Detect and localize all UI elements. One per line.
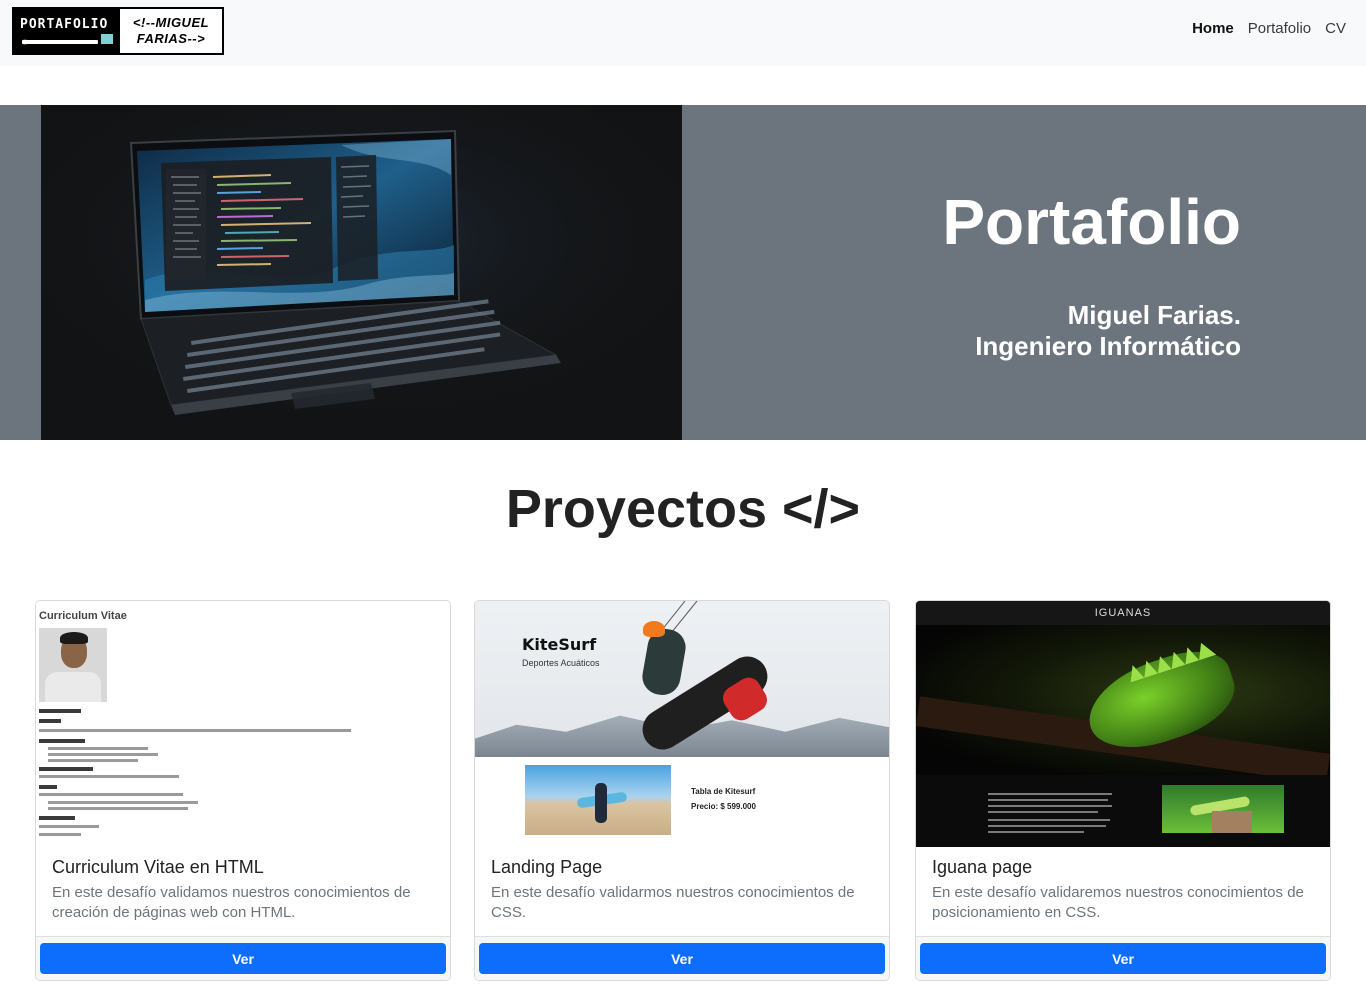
nav-link-home[interactable]: Home — [1192, 20, 1234, 37]
hero-subtitle: Miguel Farias. Ingeniero Informático — [975, 300, 1241, 362]
view-iguana-button[interactable]: Ver — [920, 943, 1326, 974]
logo-right-line1: <!--MIGUEL — [132, 15, 210, 30]
view-landing-button[interactable]: Ver — [479, 943, 885, 974]
hero-subtitle-name: Miguel Farias. — [1067, 300, 1241, 330]
laptop-illustration — [41, 105, 682, 440]
navbar: PORTAFOLIO <!--MIGUEL FARIAS--> Home Por… — [0, 0, 1366, 66]
project-card-iguana: IGUANAS Iguana page En este desafío vali… — [915, 600, 1331, 981]
card-title: Iguana page — [932, 857, 1033, 877]
logo-screen-icon — [101, 34, 113, 44]
hero-banner: Portafolio Miguel Farias. Ingeniero Info… — [0, 105, 1366, 440]
kitesurf-price: Precio: $ 599.000 — [691, 802, 756, 811]
card-text: En este desafío validarmos nuestros cono… — [491, 884, 855, 921]
logo-text-panel: <!--MIGUEL FARIAS--> — [120, 9, 222, 53]
logo-dark-panel: PORTAFOLIO — [14, 9, 120, 53]
card-title: Curriculum Vitae en HTML — [52, 857, 264, 877]
hero-subtitle-role: Ingeniero Informático — [975, 331, 1241, 361]
iguana-thumb-header: IGUANAS — [916, 601, 1330, 625]
view-cv-button[interactable]: Ver — [40, 943, 446, 974]
landing-thumbnail: KiteSurf Deportes Acuáticos Tabla de Kit… — [475, 601, 889, 847]
cv-thumbnail: Curriculum Vitae — [36, 601, 450, 847]
card-title: Landing Page — [491, 857, 603, 877]
cv-profile-photo — [39, 628, 107, 702]
kitesurf-tagline: Deportes Acuáticos — [522, 658, 600, 668]
card-text: En este desafío validaremos nuestros con… — [932, 884, 1304, 921]
nav-link-portafolio[interactable]: Portafolio — [1248, 20, 1311, 37]
iguana-thumbnail: IGUANAS — [916, 601, 1330, 847]
logo-progress-bar — [22, 40, 98, 44]
nav-link-cv[interactable]: CV — [1325, 20, 1346, 37]
cv-thumb-heading: Curriculum Vitae — [39, 610, 127, 622]
hero-title: Portafolio — [942, 186, 1241, 258]
card-text: En este desafío validamos nuestros conoc… — [52, 884, 411, 921]
card-footer: Ver — [36, 936, 450, 980]
project-card-landing: KiteSurf Deportes Acuáticos Tabla de Kit… — [474, 600, 890, 981]
kitesurf-hero-photo: KiteSurf Deportes Acuáticos — [475, 601, 889, 757]
kitesurf-beach-photo — [525, 765, 671, 835]
brand-logo[interactable]: PORTAFOLIO <!--MIGUEL FARIAS--> — [12, 7, 224, 55]
iguana-small-photo — [1162, 785, 1284, 833]
hero-laptop-image — [41, 105, 682, 440]
projects-heading: Proyectos </> — [505, 479, 861, 539]
kitesurf-brand: KiteSurf — [522, 635, 597, 654]
logo-left-text: PORTAFOLIO — [20, 17, 109, 32]
project-card-cv: Curriculum Vitae Curriculum Vitae en HTM… — [35, 600, 451, 981]
nav-links: Home Portafolio CV — [1192, 20, 1346, 37]
card-footer: Ver — [475, 936, 889, 980]
logo-right-line2: FARIAS--> — [136, 31, 206, 46]
iguana-photo — [916, 625, 1330, 775]
card-footer: Ver — [916, 936, 1330, 980]
kitesurf-table-label: Tabla de Kitesurf — [691, 787, 756, 796]
